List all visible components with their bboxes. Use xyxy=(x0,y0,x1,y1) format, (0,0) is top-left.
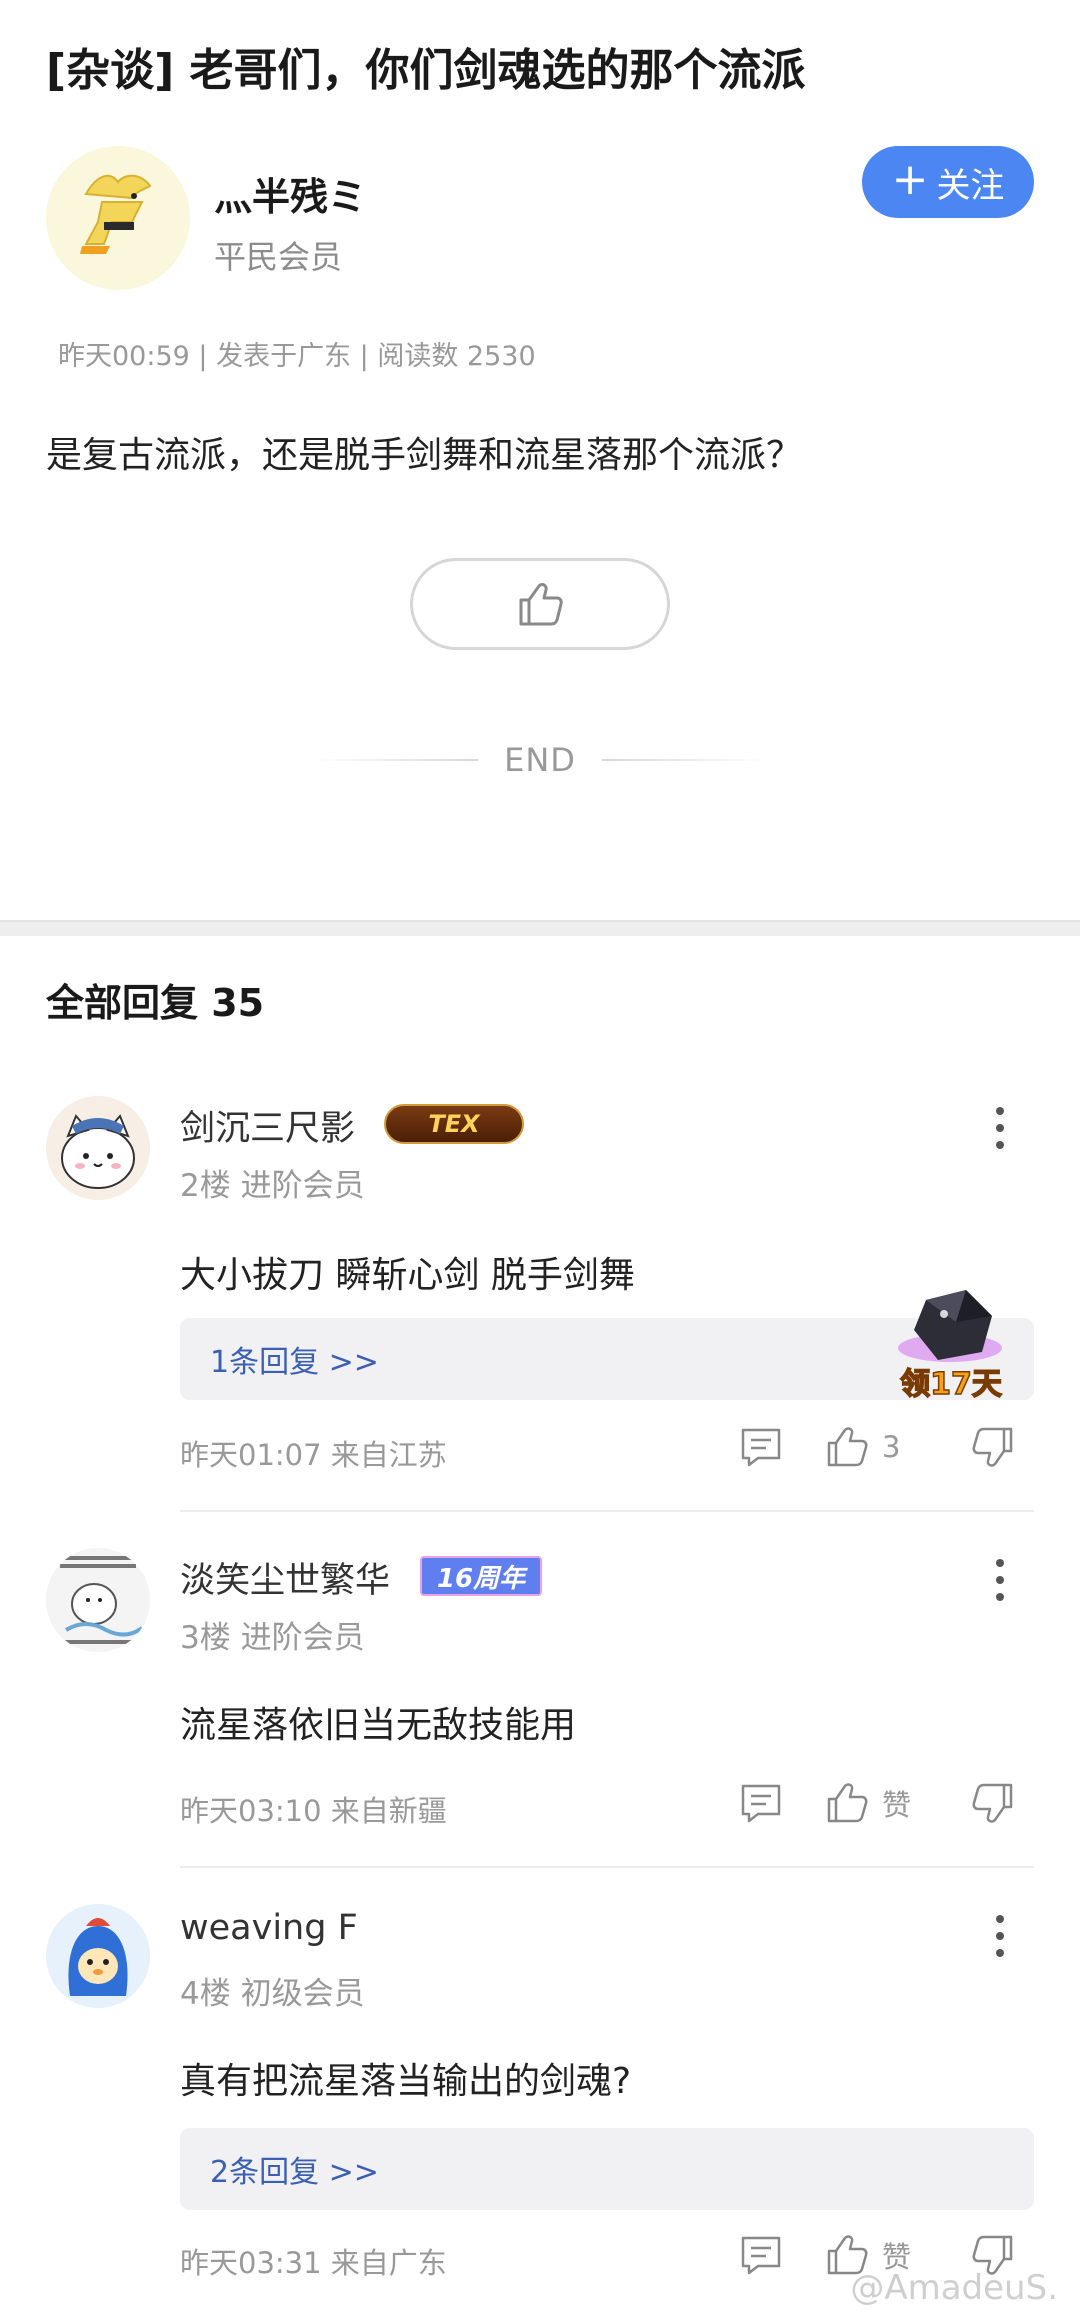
comment-separator xyxy=(180,1510,1034,1512)
thumbs-up-icon xyxy=(519,583,563,626)
cat-avatar-icon xyxy=(46,1096,150,1200)
more-options-icon[interactable] xyxy=(980,1550,1020,1610)
plus-icon: + xyxy=(891,154,929,205)
like-count: 3 xyxy=(882,1430,901,1464)
like-label: 赞 xyxy=(882,1788,912,1822)
thumbs-down-icon[interactable] xyxy=(970,1780,1016,1826)
post-meta: 昨天00:59 | 发表于广东 | 阅读数 2530 xyxy=(58,341,536,372)
reply-icon[interactable] xyxy=(738,2232,784,2278)
comment-floor: 4楼 初级会员 xyxy=(180,1976,365,2012)
follow-label: 关注 xyxy=(936,165,1005,206)
comment-time: 昨天01:07 来自江苏 xyxy=(180,1438,447,1472)
replies-title: 全部回复 35 xyxy=(46,981,265,1025)
comment-floor: 3楼 进阶会员 xyxy=(180,1620,365,1656)
end-line-left xyxy=(310,759,479,761)
more-options-icon[interactable] xyxy=(980,1906,1020,1966)
thumbs-down-icon[interactable] xyxy=(970,1424,1016,1470)
end-label: END xyxy=(504,741,576,779)
view-replies-link[interactable]: 2条回复 >> xyxy=(180,2128,1034,2210)
penguin-avatar-icon xyxy=(46,1904,150,2008)
promo-label: 领17天 xyxy=(900,1367,1002,1402)
follow-button[interactable]: + 关注 xyxy=(862,146,1034,218)
post-title: [杂谈] 老哥们，你们剑魂选的那个流派 xyxy=(46,45,806,96)
section-divider xyxy=(0,920,1080,936)
comment-text: 真有把流星落当输出的剑魂? xyxy=(180,2061,632,2102)
anniversary-badge: 16周年 xyxy=(420,1556,542,1596)
end-marker: END xyxy=(310,738,770,782)
comment-time: 昨天03:31 来自广东 xyxy=(180,2246,447,2280)
author-name[interactable]: 灬半残ミ xyxy=(214,166,366,221)
end-line-right xyxy=(601,759,770,761)
comment-actions: 3 xyxy=(738,1424,1016,1470)
comment-actions: 赞 xyxy=(738,1780,1016,1826)
author-level: 平民会员 xyxy=(214,238,343,276)
comment-author-name[interactable]: 剑沉三尺影 xyxy=(180,1100,355,1151)
comment-separator xyxy=(180,1866,1034,1868)
reply-icon[interactable] xyxy=(738,1424,784,1470)
post-like-button[interactable] xyxy=(410,558,670,650)
comment-avatar[interactable] xyxy=(46,1096,150,1200)
comment-text: 流星落依旧当无敌技能用 xyxy=(180,1705,577,1746)
comment-text: 大小拔刀 瞬斩心剑 脱手剑舞 xyxy=(180,1255,635,1296)
comment-avatar[interactable] xyxy=(46,1548,150,1652)
watermark: @AmadeuS. xyxy=(850,2268,1058,2308)
bird-avatar-icon xyxy=(46,146,190,290)
author-avatar[interactable] xyxy=(46,146,190,290)
post-body: 是复古流派，还是脱手剑舞和流星落那个流派？ xyxy=(46,435,803,476)
thumbs-up-icon[interactable] xyxy=(824,1780,870,1826)
more-options-icon[interactable] xyxy=(980,1098,1020,1158)
reply-icon[interactable] xyxy=(738,1780,784,1826)
gem-icon: 领17天 xyxy=(898,1290,1003,1403)
thumbs-up-icon[interactable] xyxy=(824,1424,870,1470)
comment-author-name[interactable]: 淡笑尘世繁华 xyxy=(180,1552,390,1603)
comment-time: 昨天03:10 来自新疆 xyxy=(180,1794,447,1828)
comment-floor: 2楼 进阶会员 xyxy=(180,1168,365,1204)
seal-sticker-avatar-icon xyxy=(46,1548,150,1652)
promo-gem-badge[interactable]: 领17天 xyxy=(886,1270,1016,1406)
comment-author-name[interactable]: weaving F xyxy=(180,1908,358,1948)
comment-avatar[interactable] xyxy=(46,1904,150,2008)
tex-badge: TEX xyxy=(384,1104,524,1144)
